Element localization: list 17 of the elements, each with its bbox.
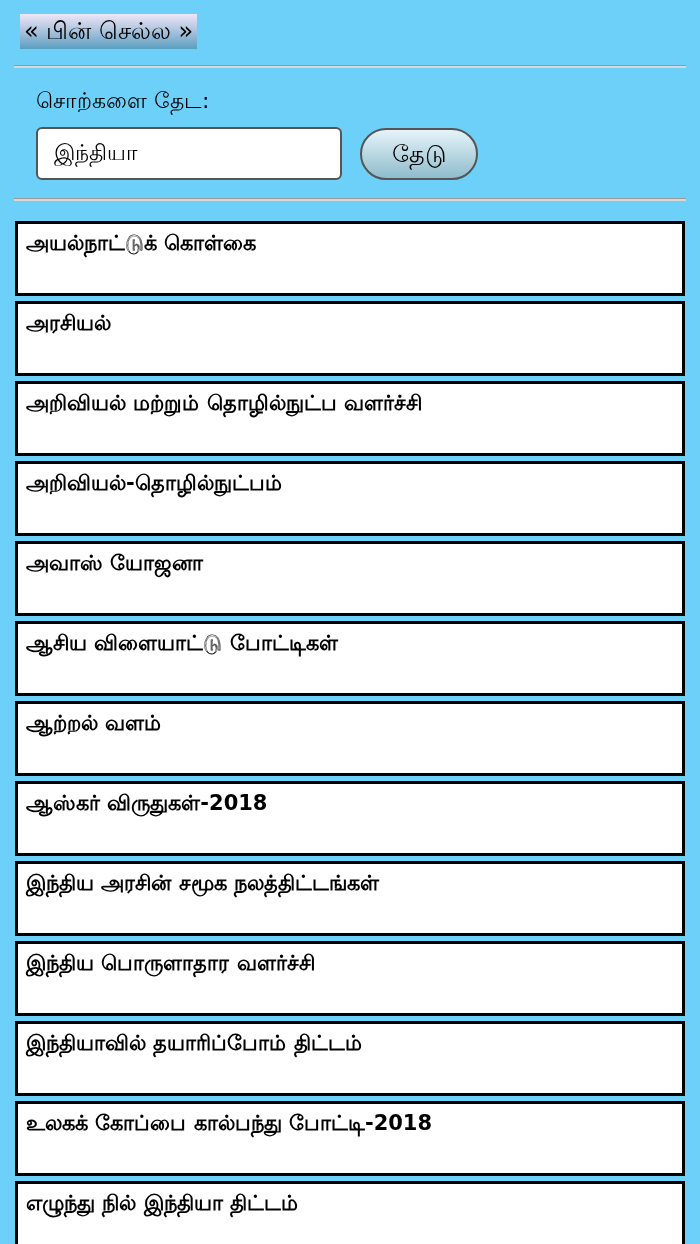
back-button[interactable]: « பின் செல்ல »: [20, 14, 198, 49]
result-item[interactable]: அவாஸ் யோஜனா: [15, 541, 685, 616]
search-field[interactable]: இந்தியா: [36, 127, 342, 180]
result-item[interactable]: எழுந்து நில் இந்தியா திட்டம்: [15, 1181, 685, 1244]
result-item[interactable]: அறிவியல்-தொழில்நுட்பம்: [15, 461, 685, 536]
result-item[interactable]: ஆற்றல் வளம்: [15, 701, 685, 776]
result-item[interactable]: அயல்நாட்டுக் கொள்கை: [15, 221, 685, 296]
result-item[interactable]: ஆசிய விளையாட்டு போட்டிகள்: [15, 621, 685, 696]
result-item[interactable]: ஆஸ்கர் விருதுகள்-2018: [15, 781, 685, 856]
result-item[interactable]: உலகக் கோப்பை கால்பந்து போட்டி-2018: [15, 1101, 685, 1176]
result-item[interactable]: இந்திய பொருளாதார வளர்ச்சி: [15, 941, 685, 1016]
result-item[interactable]: இந்தியாவில் தயாரிப்போம் திட்டம்: [15, 1021, 685, 1096]
result-item[interactable]: அரசியல்: [15, 301, 685, 376]
result-item[interactable]: இந்திய அரசின் சமூக நலத்திட்டங்கள்: [15, 861, 685, 936]
result-item[interactable]: அறிவியல் மற்றும் தொழில்நுட்ப வளர்ச்சி: [15, 381, 685, 456]
search-label: சொற்களை தேட:: [36, 87, 211, 117]
search-button[interactable]: தேடு: [360, 127, 478, 180]
